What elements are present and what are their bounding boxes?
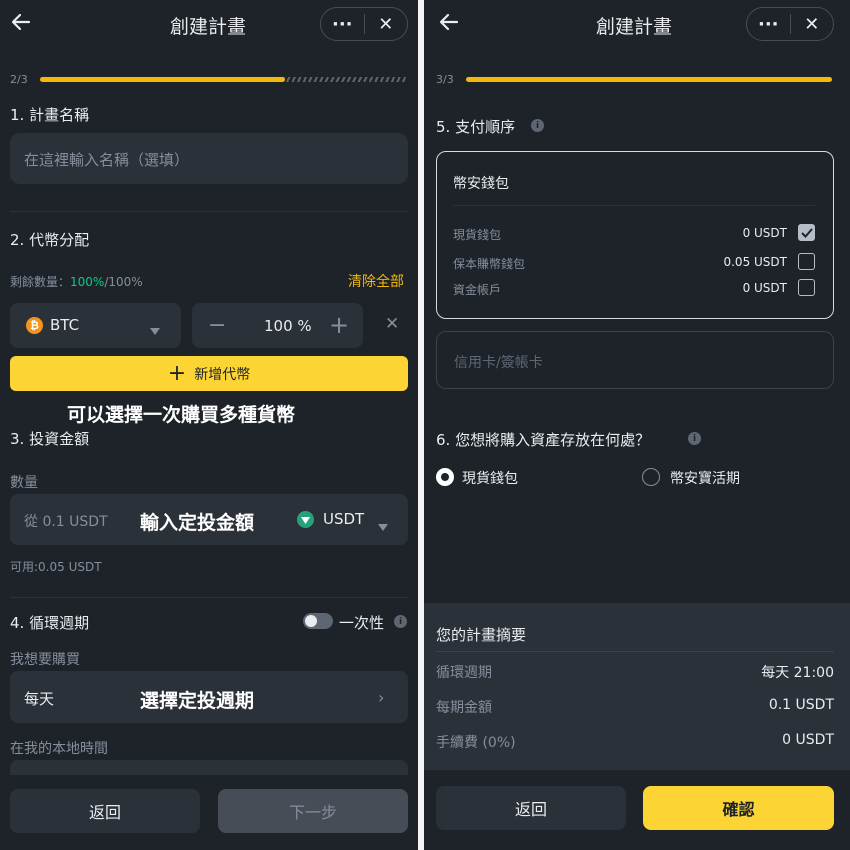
checkbox-checked[interactable] bbox=[798, 224, 815, 241]
section-title-allocation: 2. 代幣分配 bbox=[10, 231, 90, 249]
amount-placeholder: 從 0.1 USDT bbox=[24, 514, 108, 530]
back-arrow-icon[interactable] bbox=[438, 11, 460, 39]
section-title-investment: 3. 投資金額 bbox=[10, 430, 90, 448]
radio-spot-wallet[interactable] bbox=[436, 468, 454, 486]
left-screen: 創建計畫 ··· ✕ 2/3 1. 計畫名稱 在這裡輸入名稱（選填） 2. 代幣… bbox=[0, 0, 418, 850]
radio-simple-earn[interactable] bbox=[642, 468, 660, 486]
add-coin-button[interactable]: + 新增代幣 bbox=[10, 356, 408, 391]
summary-label: 每期金額 bbox=[436, 700, 492, 716]
header-actions: ··· ✕ bbox=[746, 7, 834, 41]
remaining-label: 剩餘數量： bbox=[10, 275, 71, 289]
coin-name: BTC bbox=[50, 316, 80, 334]
summary-value: 0 USDT bbox=[782, 732, 834, 748]
info-icon[interactable]: i bbox=[394, 615, 407, 628]
progress-fill bbox=[40, 77, 286, 82]
dropdown-caret-icon[interactable] bbox=[378, 516, 388, 535]
clear-all-button[interactable]: 清除全部 bbox=[348, 271, 404, 291]
wallet-row[interactable]: 保本賺幣錢包 0.05 USDT bbox=[453, 253, 815, 273]
remove-coin-icon[interactable]: ✕ bbox=[385, 314, 399, 334]
buy-label: 我想要購買 bbox=[10, 652, 80, 668]
wallet-name: 保本賺幣錢包 bbox=[453, 257, 526, 271]
wallet-amount: 0 USDT bbox=[742, 226, 787, 240]
add-coin-label: 新增代幣 bbox=[194, 366, 251, 383]
minus-icon[interactable]: − bbox=[208, 313, 226, 338]
summary-title: 您的計畫摘要 bbox=[436, 626, 527, 644]
currency-name: USDT bbox=[323, 510, 365, 528]
step-indicator: 2/3 bbox=[10, 73, 28, 86]
page-title: 創建計畫 bbox=[170, 16, 247, 38]
step-indicator: 3/3 bbox=[436, 73, 454, 86]
binance-wallet-box: 幣安錢包 現貨錢包 0 USDT 保本賺幣錢包 0.05 USDT 資金帳戶 0… bbox=[436, 151, 834, 319]
back-button[interactable]: 返回 bbox=[10, 789, 200, 833]
summary-label: 循環週期 bbox=[436, 665, 492, 681]
local-time-label: 在我的本地時間 bbox=[10, 741, 108, 757]
card-label: 信用卡/簽帳卡 bbox=[454, 355, 543, 371]
annotation-cycle: 選擇定投週期 bbox=[140, 690, 255, 712]
option-simple-earn[interactable]: 幣安寶活期 bbox=[670, 468, 740, 488]
dropdown-caret-icon bbox=[150, 320, 160, 339]
checkbox[interactable] bbox=[798, 279, 815, 296]
annotation-amount: 輸入定投金額 bbox=[140, 512, 255, 534]
summary-label: 手續費 (0%) bbox=[436, 735, 516, 751]
divider bbox=[10, 597, 408, 598]
plus-icon[interactable]: + bbox=[329, 311, 349, 339]
progress-bar bbox=[40, 77, 408, 82]
chevron-right-icon: › bbox=[378, 688, 385, 707]
remaining-value: 100% bbox=[70, 275, 105, 289]
amount-label: 數量 bbox=[10, 475, 38, 491]
one-time-toggle[interactable] bbox=[303, 613, 333, 629]
one-time-label: 一次性 bbox=[339, 614, 385, 632]
bitcoin-icon: ₿ bbox=[26, 317, 43, 334]
available-balance: 可用:0.05 USDT bbox=[10, 560, 102, 574]
info-icon[interactable]: i bbox=[531, 119, 544, 132]
divider bbox=[10, 211, 408, 212]
amount-input[interactable]: 從 0.1 USDT 輸入定投金額 USDT bbox=[10, 494, 408, 545]
summary-value: 0.1 USDT bbox=[768, 697, 834, 713]
back-button[interactable]: 返回 bbox=[436, 786, 626, 830]
wallet-group-title: 幣安錢包 bbox=[453, 176, 509, 192]
header-actions: ··· ✕ bbox=[320, 7, 408, 41]
confirm-button[interactable]: 確認 bbox=[643, 786, 834, 830]
usdt-icon bbox=[297, 511, 314, 528]
percent-value: 100 % bbox=[264, 317, 312, 335]
progress-bar bbox=[466, 77, 832, 82]
plus-icon: + bbox=[167, 360, 187, 386]
annotation-multi-coin: 可以選擇一次購買多種貨幣 bbox=[67, 404, 296, 426]
coin-select[interactable]: ₿ BTC bbox=[10, 303, 181, 348]
remaining-total: /100% bbox=[104, 275, 143, 289]
plan-name-placeholder: 在這裡輸入名稱（選填） bbox=[24, 151, 190, 169]
frequency-select[interactable]: 每天 選擇定投週期 › bbox=[10, 671, 408, 723]
divider bbox=[453, 205, 815, 206]
info-icon[interactable]: i bbox=[688, 432, 701, 445]
next-button[interactable]: 下一步 bbox=[218, 789, 408, 833]
wallet-amount: 0.05 USDT bbox=[723, 255, 787, 269]
wallet-amount: 0 USDT bbox=[742, 281, 787, 295]
right-screen: 創建計畫 ··· ✕ 3/3 5. 支付順序 i 幣安錢包 現貨錢包 0 USD… bbox=[424, 0, 850, 850]
section-title-plan-name: 1. 計畫名稱 bbox=[10, 106, 90, 124]
wallet-name: 現貨錢包 bbox=[453, 228, 502, 242]
wallet-row[interactable]: 資金帳戶 0 USDT bbox=[453, 279, 815, 299]
page-title: 創建計畫 bbox=[596, 16, 673, 38]
divider bbox=[436, 651, 834, 652]
toggle-knob bbox=[305, 615, 317, 627]
section-title-payment-order: 5. 支付順序 bbox=[436, 118, 516, 136]
checkbox[interactable] bbox=[798, 253, 815, 270]
remaining-amount: 剩餘數量：100%/100% bbox=[10, 273, 143, 290]
more-icon[interactable]: ··· bbox=[321, 14, 364, 35]
option-spot-wallet[interactable]: 現貨錢包 bbox=[462, 468, 518, 488]
summary-value: 每天 21:00 bbox=[761, 665, 834, 681]
wallet-name: 資金帳戶 bbox=[453, 283, 502, 297]
close-icon[interactable]: ✕ bbox=[791, 14, 834, 35]
more-icon[interactable]: ··· bbox=[747, 14, 790, 35]
section-title-cycle: 4. 循環週期 bbox=[10, 614, 90, 632]
progress-fill bbox=[466, 77, 832, 82]
back-arrow-icon[interactable] bbox=[10, 11, 32, 39]
card-payment-option[interactable]: 信用卡/簽帳卡 bbox=[436, 331, 834, 389]
frequency-value: 每天 bbox=[24, 690, 55, 708]
percent-stepper[interactable]: − 100 % + bbox=[192, 303, 363, 348]
section-title-storage: 6. 您想將購入資產存放在何處？ bbox=[436, 431, 651, 449]
close-icon[interactable]: ✕ bbox=[365, 14, 408, 35]
plan-name-input[interactable]: 在這裡輸入名稱（選填） bbox=[10, 133, 408, 184]
wallet-row[interactable]: 現貨錢包 0 USDT bbox=[453, 224, 815, 244]
